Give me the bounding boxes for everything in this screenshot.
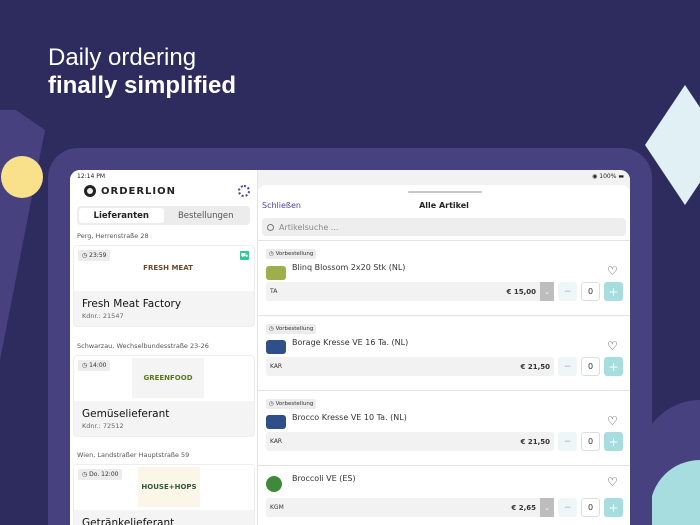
headline-line1: Daily ordering bbox=[48, 44, 197, 71]
supplier-card[interactable]: ◷ 14:00 GREENFOOD Gemüselieferant Kdnr.: … bbox=[73, 355, 255, 437]
customer-number: Kdnr.: 21547 bbox=[82, 312, 124, 320]
supplier-address: Schwarzau, Wechselbundesstraße 23-26 bbox=[77, 342, 209, 350]
cart-icon: ⛟ bbox=[240, 251, 249, 260]
gear-icon[interactable] bbox=[238, 185, 250, 197]
increase-button[interactable]: + bbox=[604, 282, 623, 301]
supplier-name: Getränkelieferant bbox=[82, 517, 175, 525]
brand-logo: ORDERLION bbox=[84, 185, 176, 197]
tab-lieferanten[interactable]: Lieferanten bbox=[79, 208, 164, 223]
search-icon bbox=[267, 223, 274, 231]
article-item: ◷ Vorbestellung Brocco Kresse VE 10 Ta. … bbox=[258, 390, 630, 465]
lion-icon bbox=[84, 185, 96, 197]
supplier-address: Wien, Landstraßer Hauptstraße 59 bbox=[77, 451, 190, 459]
supplier-pane: 12:14 PM ORDERLION Lieferanten Bestellun… bbox=[70, 170, 258, 525]
unit-label: KGM bbox=[270, 504, 284, 511]
unit-price-row[interactable]: KGM € 2,65 ⌄ bbox=[266, 498, 554, 517]
unit-price-row[interactable]: KAR € 21,50 bbox=[266, 357, 554, 376]
article-item: ◷ Vorbestellung Borage Kresse VE 16 Ta. … bbox=[258, 315, 630, 390]
articles-sheet: Alle Artikel Schließen Artikelsuche ... … bbox=[258, 185, 630, 525]
increase-button[interactable]: + bbox=[604, 498, 623, 517]
cutoff-time: ◷ Do. 12:00 bbox=[78, 469, 123, 480]
cutoff-time: ◷ 23:59 bbox=[78, 250, 111, 261]
article-thumbnail bbox=[266, 415, 286, 429]
sheet-grabber[interactable] bbox=[408, 191, 482, 193]
preorder-tag: ◷ Vorbestellung bbox=[266, 249, 317, 259]
tablet-screen: 12:14 PM ORDERLION Lieferanten Bestellun… bbox=[70, 170, 630, 525]
article-name: Blinq Blossom 2x20 Stk (NL) bbox=[292, 263, 406, 272]
cutoff-time: ◷ 14:00 bbox=[78, 360, 111, 371]
article-item: ◷ Vorbestellung Blinq Blossom 2x20 Stk (… bbox=[258, 240, 630, 315]
sheet-title: Alle Artikel bbox=[419, 201, 469, 210]
price: € 21,50 bbox=[520, 437, 550, 446]
supplier-logo: GREENFOOD bbox=[132, 358, 204, 398]
unit-price-row[interactable]: TA € 15,00 ⌄ bbox=[266, 282, 554, 301]
heart-icon[interactable]: ♡ bbox=[607, 339, 618, 353]
article-thumbnail bbox=[266, 266, 286, 280]
article-item: Broccoli VE (ES) ♡ KGM € 2,65 ⌄ − 0 + bbox=[258, 465, 630, 525]
articles-pane: ◉ 100% ▬ Alle Artikel Schließen Artikels… bbox=[258, 170, 630, 525]
quantity-input[interactable]: 0 bbox=[581, 357, 600, 376]
article-thumbnail bbox=[266, 340, 286, 354]
unit-label: KAR bbox=[270, 438, 283, 445]
preorder-tag: ◷ Vorbestellung bbox=[266, 399, 317, 409]
headline: Daily ordering finally simplified bbox=[48, 44, 236, 100]
article-thumbnail bbox=[266, 476, 282, 492]
quantity-input[interactable]: 0 bbox=[581, 432, 600, 451]
chevron-down-icon[interactable]: ⌄ bbox=[540, 282, 554, 301]
decorative-arc bbox=[0, 110, 45, 360]
heart-icon[interactable]: ♡ bbox=[607, 414, 618, 428]
segmented-control: Lieferanten Bestellungen bbox=[77, 206, 250, 225]
unit-label: KAR bbox=[270, 363, 283, 370]
brand-name: ORDERLION bbox=[101, 185, 176, 197]
heart-icon[interactable]: ♡ bbox=[607, 264, 618, 278]
decrease-button[interactable]: − bbox=[558, 498, 577, 517]
article-name: Broccoli VE (ES) bbox=[292, 474, 356, 483]
supplier-name: Gemüselieferant bbox=[82, 408, 170, 420]
article-name: Borage Kresse VE 16 Ta. (NL) bbox=[292, 338, 409, 347]
preorder-tag: ◷ Vorbestellung bbox=[266, 324, 317, 334]
price: € 21,50 bbox=[520, 362, 550, 371]
supplier-logo: FRESH MEAT bbox=[132, 248, 204, 288]
article-name: Brocco Kresse VE 10 Ta. (NL) bbox=[292, 413, 407, 422]
supplier-name: Fresh Meat Factory bbox=[82, 298, 182, 310]
article-search-input[interactable]: Artikelsuche ... bbox=[262, 218, 626, 236]
price: € 2,65 bbox=[511, 503, 536, 512]
supplier-address: Perg, Herrenstraße 28 bbox=[77, 232, 149, 240]
decrease-button[interactable]: − bbox=[558, 282, 577, 301]
quantity-input[interactable]: 0 bbox=[581, 498, 600, 517]
quantity-input[interactable]: 0 bbox=[581, 282, 600, 301]
close-button[interactable]: Schließen bbox=[262, 201, 301, 210]
decorative-diamond bbox=[645, 85, 700, 205]
tab-bestellungen[interactable]: Bestellungen bbox=[164, 208, 249, 223]
increase-button[interactable]: + bbox=[604, 432, 623, 451]
decrease-button[interactable]: − bbox=[558, 357, 577, 376]
unit-price-row[interactable]: KAR € 21,50 bbox=[266, 432, 554, 451]
supplier-card[interactable]: ◷ 23:59 FRESH MEAT ⛟ Fresh Meat Factory Kd… bbox=[73, 245, 255, 327]
unit-label: TA bbox=[270, 288, 278, 295]
supplier-logo: HOUSE+HOPS bbox=[138, 467, 200, 507]
supplier-card[interactable]: ◷ Do. 12:00 HOUSE+HOPS Getränkelieferant bbox=[73, 464, 255, 525]
chevron-down-icon[interactable]: ⌄ bbox=[540, 498, 554, 517]
heart-icon[interactable]: ♡ bbox=[607, 475, 618, 489]
customer-number: Kdnr.: 72512 bbox=[82, 422, 124, 430]
decrease-button[interactable]: − bbox=[558, 432, 577, 451]
increase-button[interactable]: + bbox=[604, 357, 623, 376]
decorative-sun bbox=[3, 158, 41, 196]
status-battery: ◉ 100% ▬ bbox=[592, 173, 624, 180]
price: € 15,00 bbox=[506, 287, 536, 296]
headline-line2: finally simplified bbox=[48, 72, 237, 99]
status-time: 12:14 PM bbox=[77, 173, 105, 180]
